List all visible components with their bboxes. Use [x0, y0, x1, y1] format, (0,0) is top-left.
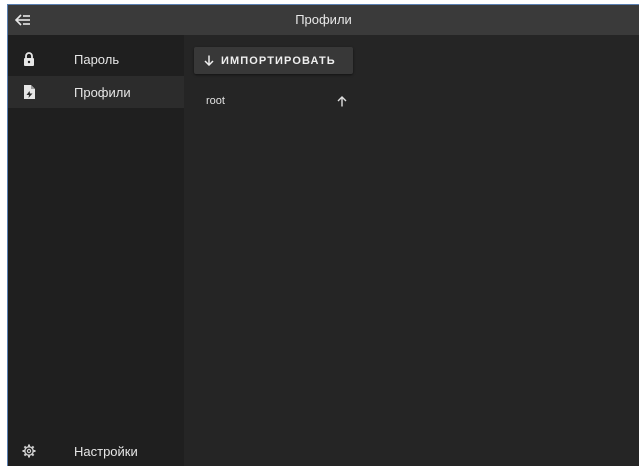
- import-button-label: ИМПОРТИРОВАТЬ: [221, 54, 336, 67]
- app-bar: Профили: [8, 5, 639, 35]
- page-title: Профили: [295, 12, 352, 27]
- gear-icon: [22, 443, 36, 459]
- sidebar-item-label: Пароль: [74, 51, 120, 67]
- sidebar-item-label: Профили: [74, 84, 131, 100]
- arrow-down-icon: [204, 55, 214, 67]
- sidebar-item-label: Настройки: [74, 443, 138, 459]
- sidebar-item-password[interactable]: Пароль: [8, 43, 184, 75]
- sidebar: Пароль Профили Настройки: [8, 35, 184, 466]
- collapse-sidebar-button[interactable]: [12, 10, 34, 30]
- app-window: Профили Пароль Профили Настройки ИМПОРТИ…: [7, 4, 639, 466]
- sidebar-item-profiles[interactable]: Профили: [8, 76, 184, 108]
- arrow-up-icon[interactable]: [337, 95, 347, 107]
- file-icon: [22, 84, 36, 100]
- lock-icon: [22, 51, 36, 67]
- arrow-collapse-left-icon: [15, 14, 30, 26]
- import-button[interactable]: ИМПОРТИРОВАТЬ: [194, 47, 353, 74]
- main-content: ИМПОРТИРОВАТЬ root: [184, 35, 639, 466]
- sidebar-item-settings[interactable]: Настройки: [8, 435, 184, 466]
- list-item[interactable]: root: [206, 93, 356, 113]
- profile-name: root: [206, 95, 225, 107]
